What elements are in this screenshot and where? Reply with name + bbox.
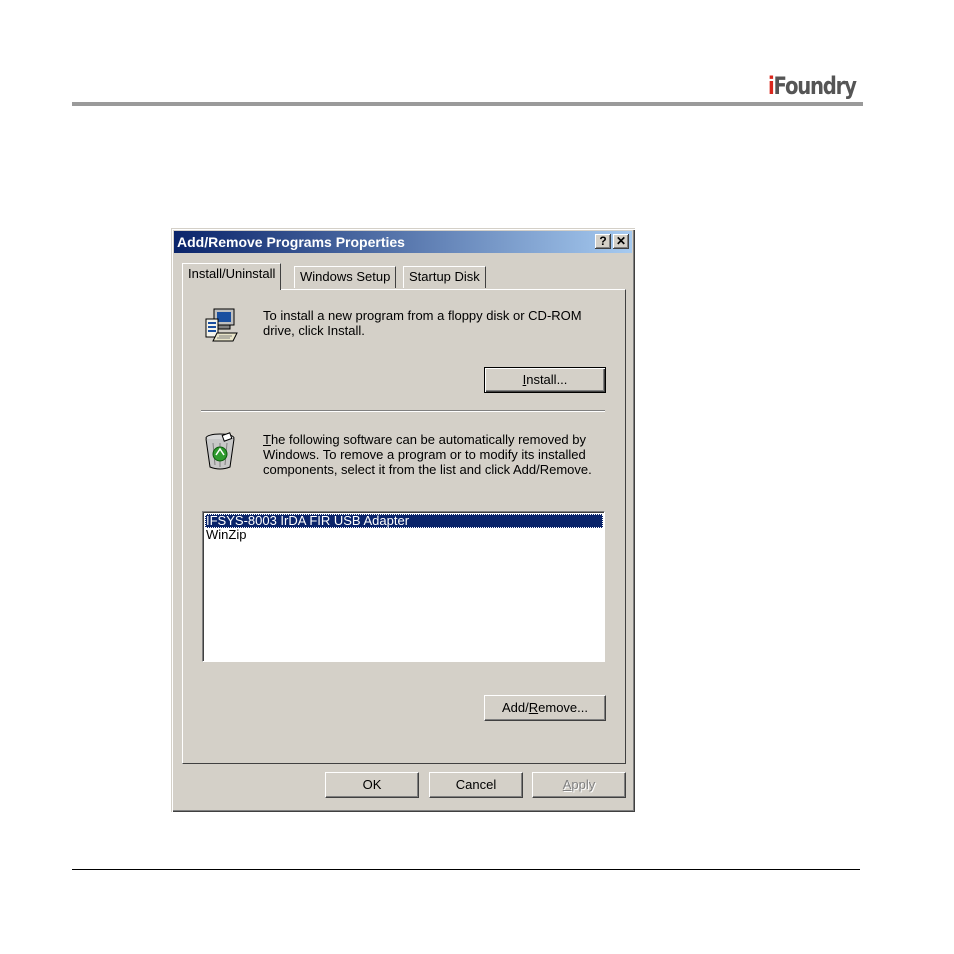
help-button[interactable]: ? xyxy=(595,234,611,249)
title-bar[interactable]: Add/Remove Programs Properties ? ✕ xyxy=(174,231,632,253)
footer-rule xyxy=(72,869,860,870)
ok-button[interactable]: OK xyxy=(325,772,419,798)
add-remove-label-pre: Add/ xyxy=(502,700,529,715)
install-button[interactable]: Install... xyxy=(484,367,606,393)
list-item[interactable]: WinZip xyxy=(205,528,603,542)
install-uninstall-panel: To install a new program from a floppy d… xyxy=(182,289,626,764)
install-instructions: To install a new program from a floppy d… xyxy=(263,308,582,338)
add-remove-button[interactable]: Add/Remove... xyxy=(484,695,606,721)
install-button-label-post: nstall... xyxy=(526,372,568,387)
add-remove-label-key: R xyxy=(528,700,539,715)
cancel-button[interactable]: Cancel xyxy=(429,772,523,798)
tab-startup-disk[interactable]: Startup Disk xyxy=(403,266,486,288)
tab-windows-setup[interactable]: Windows Setup xyxy=(294,266,397,288)
remove-instructions-key: T xyxy=(263,432,271,447)
remove-instructions-rest: he following software can be automatical… xyxy=(263,432,592,477)
add-remove-programs-dialog: Add/Remove Programs Properties ? ✕ Insta… xyxy=(171,228,635,812)
apply-button[interactable]: Apply xyxy=(532,772,626,798)
close-button[interactable]: ✕ xyxy=(613,234,629,249)
apply-label-post: pply xyxy=(571,777,596,792)
install-program-icon xyxy=(205,308,238,342)
installed-programs-list[interactable]: IFSYS-8003 IrDA FIR USB Adapter WinZip xyxy=(202,511,605,662)
ifoundry-logo: iFoundry xyxy=(768,72,857,100)
remove-instructions: The following software can be automatica… xyxy=(263,432,611,477)
header-rule xyxy=(72,102,863,106)
dialog-title: Add/Remove Programs Properties xyxy=(177,234,405,250)
section-divider xyxy=(201,410,605,412)
tab-install-uninstall[interactable]: Install/Uninstall xyxy=(182,263,282,290)
logo-text: Foundry xyxy=(773,72,857,100)
recycle-bin-icon xyxy=(205,432,235,470)
add-remove-label-post: emove... xyxy=(538,700,588,715)
list-item[interactable]: IFSYS-8003 IrDA FIR USB Adapter xyxy=(205,514,603,528)
